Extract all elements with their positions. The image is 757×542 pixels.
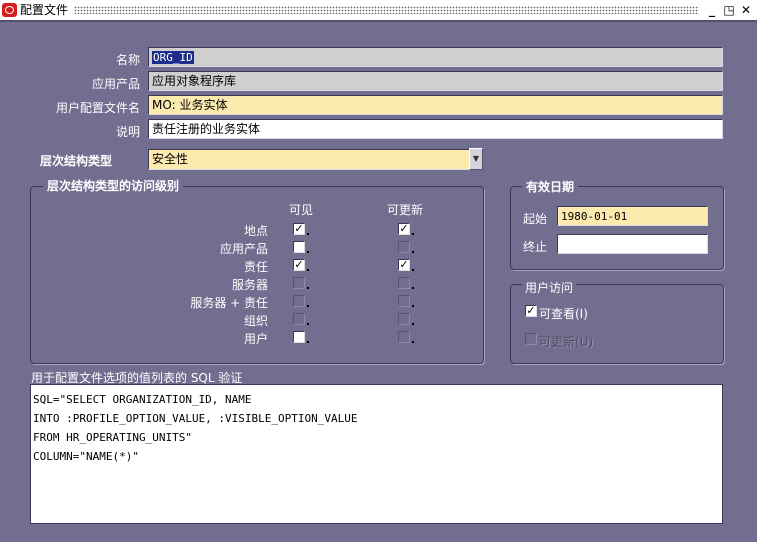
focus-dot <box>412 341 414 343</box>
col-visible-header: 可见 <box>289 203 314 217</box>
updatable-checkbox[interactable] <box>398 277 410 289</box>
focus-dot <box>412 233 414 235</box>
user-profile-name-field[interactable]: MO: 业务实体 <box>148 95 723 115</box>
access-row-label: 服务器 <box>231 278 268 292</box>
application-field[interactable]: 应用对象程序库 <box>148 71 723 91</box>
window-title: 配置文件 <box>20 3 69 17</box>
can-view-label: 可查看(I) <box>539 307 588 321</box>
focus-dot <box>412 269 414 271</box>
access-row-label: 服务器 + 责任 <box>190 296 268 310</box>
close-icon[interactable]: ✕ <box>739 3 753 17</box>
can-view-checkbox[interactable]: ✓ <box>525 305 537 317</box>
hierarchy-type-select[interactable]: 安全性 <box>148 149 470 170</box>
focus-dot <box>307 233 309 235</box>
user-access-group <box>510 284 724 364</box>
access-row-label: 组织 <box>243 314 268 328</box>
chevron-down-icon[interactable]: ▼ <box>469 148 483 170</box>
visible-checkbox[interactable] <box>293 331 305 343</box>
access-levels-title: 层次结构类型的访问级别 <box>43 179 184 193</box>
name-field[interactable]: ORG_ID <box>148 47 723 67</box>
updatable-checkbox[interactable]: ✓ <box>398 223 410 235</box>
title-bar[interactable]: 配置文件 _ ◳ ✕ <box>0 0 757 22</box>
name-label: 名称 <box>115 53 140 67</box>
focus-dot <box>307 341 309 343</box>
access-row-label: 用户 <box>243 332 268 346</box>
updatable-checkbox[interactable] <box>398 241 410 253</box>
focus-dot <box>412 287 414 289</box>
title-drag-area[interactable] <box>74 6 699 14</box>
updatable-checkbox[interactable] <box>398 331 410 343</box>
focus-dot <box>307 287 309 289</box>
access-row-label: 地点 <box>243 224 268 238</box>
visible-checkbox[interactable] <box>293 313 305 325</box>
hierarchy-type-label: 层次结构类型 <box>40 154 113 168</box>
focus-dot <box>307 305 309 307</box>
description-field[interactable]: 责任注册的业务实体 <box>148 119 723 139</box>
sql-textarea[interactable]: SQL="SELECT ORGANIZATION_ID, NAME INTO :… <box>30 384 723 524</box>
effective-dates-title: 有效日期 <box>522 180 579 194</box>
access-row-label: 应用产品 <box>219 242 268 256</box>
name-value: ORG_ID <box>152 51 194 64</box>
application-label: 应用产品 <box>91 77 140 91</box>
focus-dot <box>412 251 414 253</box>
end-date-label: 终止 <box>523 240 548 254</box>
visible-checkbox[interactable]: ✓ <box>293 223 305 235</box>
end-date-field[interactable] <box>557 234 708 254</box>
focus-dot <box>307 323 309 325</box>
access-row-label: 责任 <box>243 260 268 274</box>
description-label: 说明 <box>115 125 140 139</box>
oracle-icon <box>2 3 17 17</box>
can-update-label: 可更新(U) <box>539 335 594 349</box>
updatable-checkbox[interactable] <box>398 295 410 307</box>
updatable-checkbox[interactable] <box>398 313 410 325</box>
visible-checkbox[interactable] <box>293 241 305 253</box>
visible-checkbox[interactable] <box>293 295 305 307</box>
minimize-icon[interactable]: _ <box>705 3 719 17</box>
maximize-icon[interactable]: ◳ <box>722 3 736 17</box>
user-access-title: 用户访问 <box>522 279 577 296</box>
visible-checkbox[interactable] <box>293 277 305 289</box>
focus-dot <box>307 251 309 253</box>
focus-dot <box>412 305 414 307</box>
effective-dates-group <box>510 186 724 270</box>
can-update-checkbox[interactable] <box>525 333 537 345</box>
col-updatable-header: 可更新 <box>387 203 424 217</box>
focus-dot <box>307 269 309 271</box>
updatable-checkbox[interactable]: ✓ <box>398 259 410 271</box>
start-date-label: 起始 <box>523 212 548 226</box>
visible-checkbox[interactable]: ✓ <box>293 259 305 271</box>
start-date-field[interactable]: 1980-01-01 <box>557 206 708 226</box>
user-profile-name-label: 用户配置文件名 <box>55 101 140 115</box>
focus-dot <box>412 323 414 325</box>
